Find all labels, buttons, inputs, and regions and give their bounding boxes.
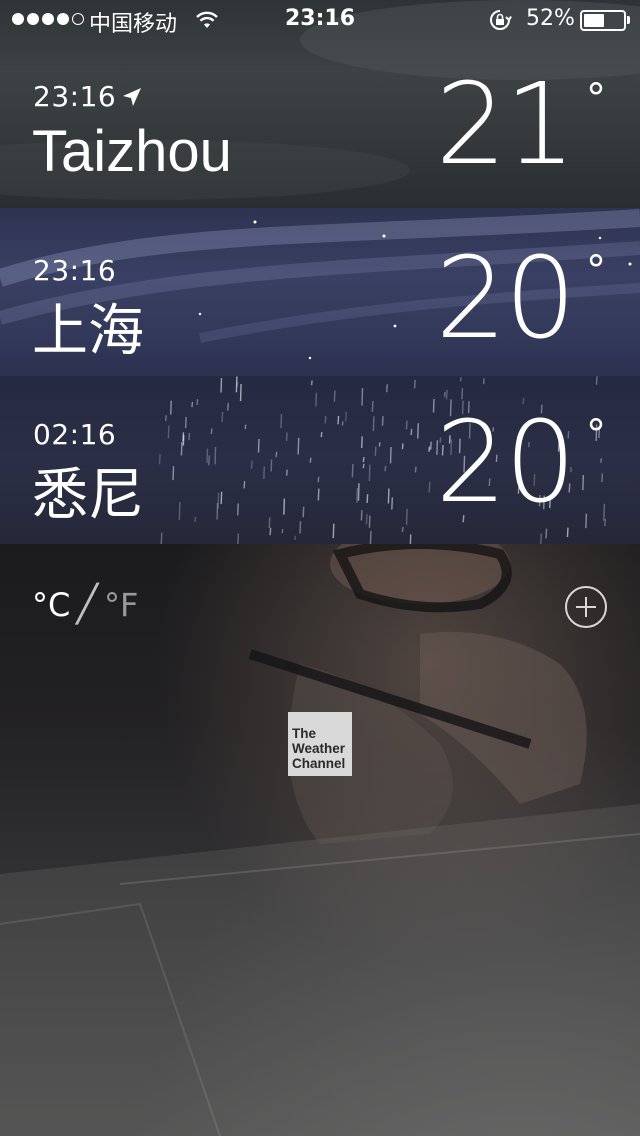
degree-symbol: ° (586, 248, 606, 294)
celsius-option[interactable]: °C (32, 586, 70, 624)
status-bar: 中国移动 23:16 52% (0, 0, 640, 40)
rotation-lock-icon (490, 10, 512, 30)
battery-percentage: 52% (526, 6, 575, 31)
photo-backdrop (0, 544, 640, 1136)
city-name: 悉尼 (32, 463, 144, 528)
fahrenheit-option[interactable]: °F (104, 586, 138, 624)
degree-symbol: ° (586, 76, 606, 122)
city-temperature: 20 (435, 398, 576, 528)
footer-background: °C ╱ °F The Weather Channel (0, 544, 640, 1136)
city-row-sydney[interactable]: 02:16 悉尼 20 ° (0, 376, 640, 544)
city-local-time: 23:16 (33, 80, 117, 113)
city-name: Taizhou (32, 119, 232, 184)
battery-tip (627, 16, 630, 24)
add-city-button[interactable] (565, 586, 607, 628)
location-arrow-icon (123, 88, 141, 106)
battery-fill (584, 14, 604, 27)
city-temperature: 20 (435, 234, 576, 364)
degree-symbol: ° (586, 412, 606, 458)
city-row-shanghai[interactable]: 23:16 上海 20 ° (0, 208, 640, 376)
battery-icon (580, 10, 626, 31)
city-name: 上海 (32, 299, 144, 364)
logo-line: Weather (292, 741, 346, 756)
unit-toggle[interactable]: °C ╱ °F (32, 584, 138, 625)
city-temperature: 21 (435, 60, 576, 190)
weather-channel-logo[interactable]: The Weather Channel (288, 712, 352, 776)
weather-city-list-screen: 23:16 Taizhou 21 ° 中国移动 23:16 52% 23:16 … (0, 0, 640, 1136)
city-local-time: 02:16 (33, 418, 117, 451)
logo-line: Channel (292, 756, 346, 771)
logo-line: The (292, 726, 317, 741)
unit-separator: ╱ (76, 584, 99, 625)
city-local-time: 23:16 (33, 254, 117, 287)
